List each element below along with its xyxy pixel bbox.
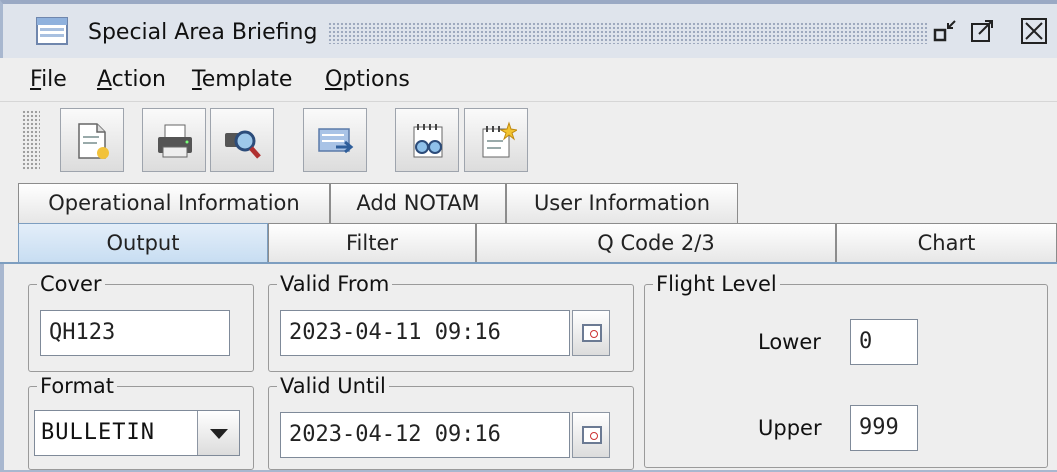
upper-input[interactable]: 999 [850, 405, 918, 451]
chevron-down-icon[interactable] [197, 411, 239, 455]
print-preview-button[interactable] [210, 108, 274, 172]
minimize-icon[interactable] [933, 18, 959, 44]
tab-output[interactable]: Output [18, 223, 268, 263]
lower-input[interactable]: 0 [850, 319, 918, 365]
new-notam-button[interactable] [464, 108, 528, 172]
print-button[interactable] [142, 108, 206, 172]
close-icon[interactable] [1021, 18, 1047, 44]
cover-input[interactable]: QH123 [40, 310, 230, 356]
send-icon [318, 128, 354, 154]
view-notam-button[interactable] [395, 108, 459, 172]
valid-until-label: Valid Until [280, 374, 386, 398]
upper-label: Upper [758, 416, 822, 440]
tab-q-code[interactable]: Q Code 2/3 [476, 223, 836, 263]
menu-action[interactable]: Action [97, 67, 166, 92]
title-bar[interactable]: Special Area Briefing [0, 0, 1057, 58]
app-window-icon [36, 17, 68, 45]
print-preview-icon [225, 130, 261, 159]
toolbar-grip[interactable] [22, 110, 40, 170]
new-notam-icon [482, 121, 517, 158]
new-document-icon [78, 123, 109, 159]
format-label: Format [40, 374, 115, 398]
tab-add-notam[interactable]: Add NOTAM [330, 183, 506, 223]
menu-options[interactable]: Options [325, 67, 410, 92]
window-title: Special Area Briefing [88, 20, 318, 45]
menu-file[interactable]: File [30, 67, 67, 92]
cover-label: Cover [40, 272, 102, 296]
format-select[interactable]: BULLETIN [34, 410, 240, 456]
valid-from-input[interactable]: 2023-04-11 09:16 [280, 310, 570, 356]
valid-from-label: Valid From [280, 272, 390, 296]
tab-operational-information[interactable]: Operational Information [18, 183, 330, 223]
valid-until-calendar-button[interactable] [572, 412, 610, 458]
menu-template[interactable]: Template [192, 67, 292, 92]
view-notam-icon [413, 124, 443, 158]
toolbar [0, 102, 1057, 180]
new-document-button[interactable] [60, 108, 124, 172]
print-icon [158, 124, 192, 158]
calendar-icon [582, 324, 602, 342]
calendar-icon [582, 426, 602, 444]
valid-until-input[interactable]: 2023-04-12 09:16 [280, 412, 570, 458]
lower-label: Lower [758, 330, 821, 354]
valid-from-calendar-button[interactable] [572, 310, 610, 356]
format-value: BULLETIN [41, 420, 155, 445]
title-grip [328, 22, 928, 44]
maximize-icon[interactable] [969, 18, 995, 44]
send-button[interactable] [303, 108, 367, 172]
tab-filter[interactable]: Filter [268, 223, 476, 263]
flight-level-label: Flight Level [656, 272, 777, 296]
tab-user-information[interactable]: User Information [506, 183, 738, 223]
flight-level-group: Flight Level [644, 272, 1048, 468]
menu-bar: File Action Template Options [0, 58, 1057, 102]
tab-chart[interactable]: Chart [836, 223, 1057, 263]
output-panel: Cover QH123 Format BULLETIN Valid From 2… [0, 264, 1057, 472]
